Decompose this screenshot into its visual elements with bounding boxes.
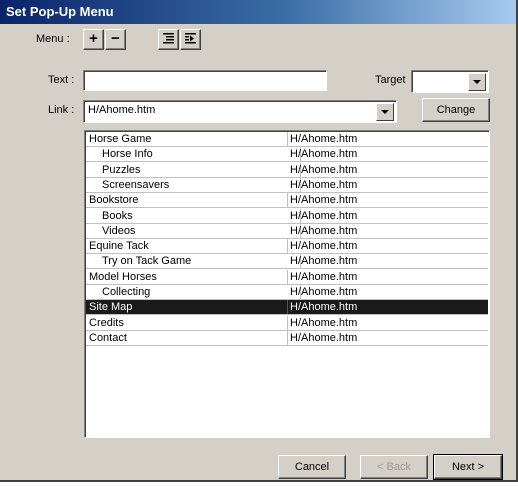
indent-icon <box>185 33 196 44</box>
list-item[interactable]: Puzzles H/Ahome.htm <box>86 162 488 178</box>
text-input[interactable] <box>83 70 327 91</box>
remove-item-button[interactable]: − <box>105 29 126 50</box>
menu-item-link: H/Ahome.htm <box>290 148 358 161</box>
link-label: Link : <box>48 104 75 116</box>
menu-item-link: H/Ahome.htm <box>290 209 358 222</box>
list-item[interactable]: Horse Game H/Ahome.htm <box>86 132 488 147</box>
menu-item-text: Contact <box>86 330 288 345</box>
list-item[interactable]: Site Map H/Ahome.htm <box>86 300 488 316</box>
list-item[interactable]: Horse Info H/Ahome.htm <box>86 147 488 163</box>
outdent-button[interactable] <box>158 29 179 50</box>
chevron-down-icon[interactable] <box>468 73 486 91</box>
add-item-button[interactable]: + <box>83 29 104 50</box>
menu-item-text: Credits <box>86 315 288 330</box>
link-value: H/Ahome.htm <box>88 104 156 116</box>
menu-item-link: H/Ahome.htm <box>290 224 358 237</box>
menu-item-text: Model Horses <box>86 269 288 284</box>
menu-item-text: Screensavers <box>86 177 301 192</box>
menu-item-text: Try on Tack Game <box>86 254 301 269</box>
next-button[interactable]: Next > <box>433 454 503 480</box>
target-label: Target <box>375 74 406 86</box>
menu-item-link: H/Ahome.htm <box>290 255 358 268</box>
title-bar: Set Pop-Up Menu <box>0 0 516 24</box>
menu-item-link: H/Ahome.htm <box>290 270 358 283</box>
menu-item-text: Books <box>86 208 301 223</box>
menu-item-text: Videos <box>86 223 301 238</box>
menu-item-link: H/Ahome.htm <box>290 194 358 207</box>
list-item[interactable]: Try on Tack Game H/Ahome.htm <box>86 254 488 270</box>
text-label: Text : <box>48 74 75 86</box>
list-item[interactable]: Books H/Ahome.htm <box>86 208 488 224</box>
change-button[interactable]: Change <box>422 98 490 122</box>
list-item[interactable]: Model Horses H/Ahome.htm <box>86 269 488 285</box>
menu-item-text: Equine Tack <box>86 239 288 254</box>
chevron-down-icon[interactable] <box>376 103 394 121</box>
list-item[interactable]: Credits H/Ahome.htm <box>86 315 488 331</box>
menu-item-text: Puzzles <box>86 162 301 177</box>
menu-item-text: Horse Info <box>86 147 301 162</box>
back-button[interactable]: < Back <box>360 455 428 479</box>
menu-label: Menu : <box>36 33 70 45</box>
cancel-button[interactable]: Cancel <box>278 455 346 479</box>
list-item[interactable]: Equine Tack H/Ahome.htm <box>86 239 488 255</box>
menu-item-link: H/Ahome.htm <box>290 331 358 344</box>
menu-items-list[interactable]: Horse Game H/Ahome.htm Horse Info H/Ahome.h… <box>84 130 490 438</box>
link-input[interactable]: H/Ahome.htm <box>83 100 397 123</box>
menu-item-link: H/Ahome.htm <box>290 133 358 145</box>
menu-item-link: H/Ahome.htm <box>290 240 358 253</box>
menu-item-link: H/Ahome.htm <box>290 301 358 314</box>
window-title: Set Pop-Up Menu <box>6 4 114 19</box>
list-item[interactable]: Videos H/Ahome.htm <box>86 223 488 239</box>
menu-item-text: Collecting <box>86 285 301 299</box>
indent-button[interactable] <box>180 29 201 50</box>
target-dropdown[interactable] <box>411 70 489 93</box>
set-popup-menu-dialog: Set Pop-Up Menu Menu : + − Text : Target… <box>0 0 518 482</box>
list-item[interactable]: Collecting H/Ahome.htm <box>86 285 488 300</box>
menu-item-link: H/Ahome.htm <box>290 163 358 176</box>
menu-item-text: Bookstore <box>86 193 288 208</box>
menu-item-text: Horse Game <box>86 132 288 146</box>
list-item[interactable]: Contact H/Ahome.htm <box>86 330 488 346</box>
outdent-icon <box>163 33 174 44</box>
list-item[interactable]: Screensavers H/Ahome.htm <box>86 177 488 193</box>
menu-item-link: H/Ahome.htm <box>290 286 358 298</box>
menu-item-link: H/Ahome.htm <box>290 316 358 329</box>
menu-item-text: Site Map <box>86 300 288 315</box>
menu-item-link: H/Ahome.htm <box>290 178 358 191</box>
list-item[interactable]: Bookstore H/Ahome.htm <box>86 193 488 209</box>
